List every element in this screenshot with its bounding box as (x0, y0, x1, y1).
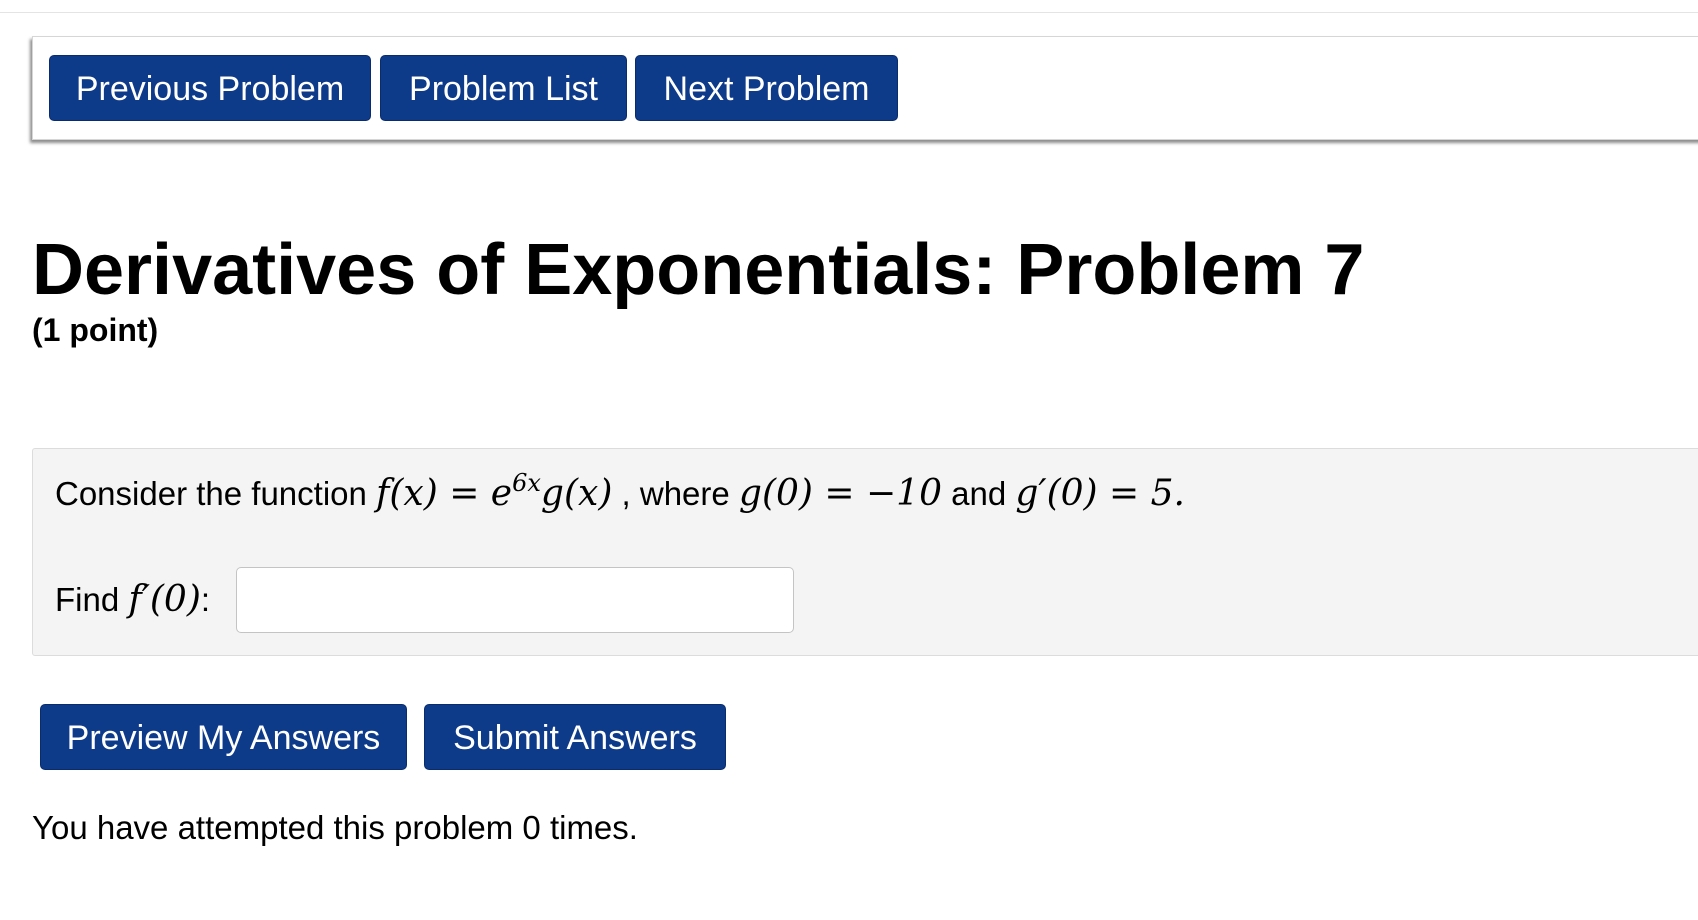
g-value: g(0) = −10 (739, 473, 942, 514)
g-prime-value-text: g′(0) = 5. (1015, 473, 1186, 514)
statement-and: and (951, 475, 1007, 512)
answer-input[interactable] (236, 567, 794, 633)
find-colon: : (200, 581, 211, 618)
find-target-text: f′(0) (128, 579, 201, 620)
point-value: (1 point) (32, 312, 159, 348)
problem-navigation-bar: Previous Problem Problem List Next Probl… (32, 36, 1698, 140)
find-label: Find (55, 581, 120, 618)
statement-prefix: Consider the function (55, 475, 367, 512)
function-g-expression: g(x) (540, 473, 613, 514)
submit-answers-button[interactable]: Submit Answers (424, 704, 726, 770)
function-f-expression: f(x) = e (376, 473, 513, 514)
problem-list-button[interactable]: Problem List (380, 55, 627, 121)
problem-statement: Consider the function f(x) = e6xg(x) , w… (55, 471, 1185, 515)
function-definition: f(x) = e6xg(x) (376, 471, 613, 514)
page-title: Derivatives of Exponentials: Problem 7 (32, 230, 1365, 310)
preview-answers-button[interactable]: Preview My Answers (40, 704, 407, 770)
next-problem-button[interactable]: Next Problem (635, 55, 898, 121)
previous-problem-button[interactable]: Previous Problem (49, 55, 371, 121)
exponent: 6x (512, 469, 541, 497)
find-target: f′(0) (128, 579, 201, 620)
problem-body: Consider the function f(x) = e6xg(x) , w… (32, 448, 1698, 656)
top-divider (0, 12, 1698, 13)
attempts-status: You have attempted this problem 0 times. (32, 809, 638, 846)
g-prime-value: g′(0) = 5. (1015, 473, 1185, 514)
find-prompt: Find f′(0): (55, 579, 210, 621)
statement-where: , where (621, 475, 730, 512)
g-value-text: g(0) = −10 (738, 473, 942, 514)
